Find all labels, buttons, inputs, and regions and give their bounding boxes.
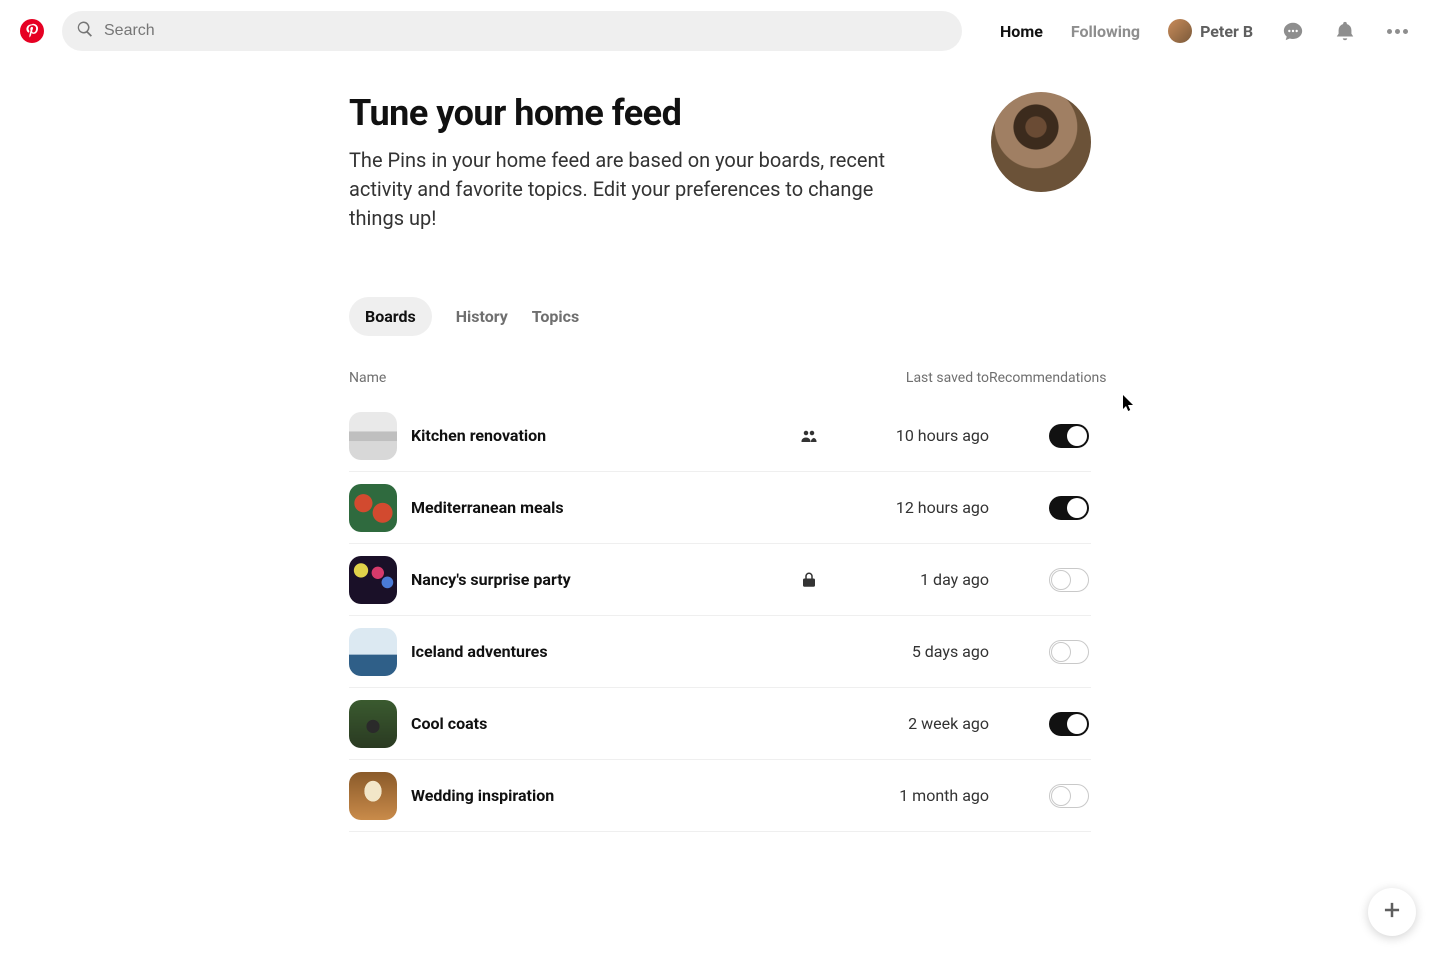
add-button[interactable] (1368, 888, 1416, 936)
user-name: Peter B (1200, 22, 1253, 41)
search-input[interactable] (104, 22, 948, 40)
board-title: Mediterranean meals (411, 498, 564, 517)
cell-last-saved: 1 month ago (829, 786, 989, 805)
cell-recommendations (989, 640, 1089, 664)
plus-icon (1382, 900, 1402, 924)
cell-last-saved: 5 days ago (829, 642, 989, 661)
cell-name: Iceland adventures (349, 628, 789, 676)
cell-last-saved: 1 day ago (829, 570, 989, 589)
col-recommendations: Recommendations (989, 370, 1089, 386)
cell-last-saved: 12 hours ago (829, 498, 989, 517)
avatar-small-icon (1168, 19, 1192, 43)
cell-recommendations (989, 424, 1089, 448)
nav-home[interactable]: Home (1000, 22, 1043, 41)
col-last-saved: Last saved to (829, 370, 989, 386)
board-title: Nancy's surprise party (411, 570, 571, 589)
cell-name: Wedding inspiration (349, 772, 789, 820)
board-title: Wedding inspiration (411, 786, 554, 805)
table-header: Name Last saved to Recommendations (349, 370, 1091, 400)
board-thumbnail-icon (349, 412, 397, 460)
board-thumbnail-icon (349, 772, 397, 820)
board-title: Iceland adventures (411, 642, 548, 661)
cell-name: Mediterranean meals (349, 484, 789, 532)
cell-last-saved: 2 week ago (829, 714, 989, 733)
tab-topics[interactable]: Topics (532, 297, 579, 336)
page-title: Tune your home feed (349, 92, 929, 134)
tabs: Boards History Topics (349, 297, 1091, 336)
table-row[interactable]: Nancy's surprise party 1 day ago (349, 544, 1091, 616)
recommendations-toggle[interactable] (1049, 784, 1089, 808)
table-row[interactable]: Wedding inspiration 1 month ago (349, 760, 1091, 832)
nav-links: Home Following Peter B (1000, 19, 1409, 43)
board-thumbnail-icon (349, 484, 397, 532)
boards-table: Kitchen renovation 10 hours ago Mediterran… (349, 400, 1091, 832)
topbar: Home Following Peter B (0, 0, 1440, 62)
notifications-icon[interactable] (1333, 19, 1357, 43)
cursor-icon (1122, 395, 1136, 417)
shared-icon (789, 427, 829, 445)
page-subtitle: The Pins in your home feed are based on … (349, 146, 929, 233)
page-header: Tune your home feed The Pins in your hom… (349, 92, 1091, 233)
cell-name: Cool coats (349, 700, 789, 748)
cell-name: Kitchen renovation (349, 412, 789, 460)
table-row[interactable]: Cool coats 2 week ago (349, 688, 1091, 760)
cell-name: Nancy's surprise party (349, 556, 789, 604)
col-name: Name (349, 370, 789, 386)
table-row[interactable]: Iceland adventures 5 days ago (349, 616, 1091, 688)
cell-recommendations (989, 712, 1089, 736)
table-row[interactable]: Kitchen renovation 10 hours ago (349, 400, 1091, 472)
board-thumbnail-icon (349, 700, 397, 748)
board-thumbnail-icon (349, 556, 397, 604)
cell-recommendations (989, 496, 1089, 520)
pinterest-logo-icon[interactable] (20, 19, 44, 43)
search-icon (76, 20, 94, 42)
table-row[interactable]: Mediterranean meals 12 hours ago (349, 472, 1091, 544)
board-title: Cool coats (411, 714, 487, 733)
main-content: Tune your home feed The Pins in your hom… (349, 92, 1091, 832)
tab-history[interactable]: History (456, 297, 508, 336)
user-chip[interactable]: Peter B (1168, 19, 1253, 43)
nav-following[interactable]: Following (1071, 22, 1140, 41)
recommendations-toggle[interactable] (1049, 568, 1089, 592)
board-title: Kitchen renovation (411, 426, 546, 445)
cell-last-saved: 10 hours ago (829, 426, 989, 445)
tab-boards[interactable]: Boards (349, 297, 432, 336)
lock-icon (789, 571, 829, 589)
messages-icon[interactable] (1281, 19, 1305, 43)
search-field[interactable] (62, 11, 962, 51)
recommendations-toggle[interactable] (1049, 712, 1089, 736)
page-header-text: Tune your home feed The Pins in your hom… (349, 92, 929, 233)
cell-recommendations (989, 784, 1089, 808)
recommendations-toggle[interactable] (1049, 424, 1089, 448)
avatar-large-icon[interactable] (991, 92, 1091, 192)
cell-recommendations (989, 568, 1089, 592)
recommendations-toggle[interactable] (1049, 640, 1089, 664)
board-thumbnail-icon (349, 628, 397, 676)
recommendations-toggle[interactable] (1049, 496, 1089, 520)
more-menu-icon[interactable] (1385, 19, 1409, 43)
